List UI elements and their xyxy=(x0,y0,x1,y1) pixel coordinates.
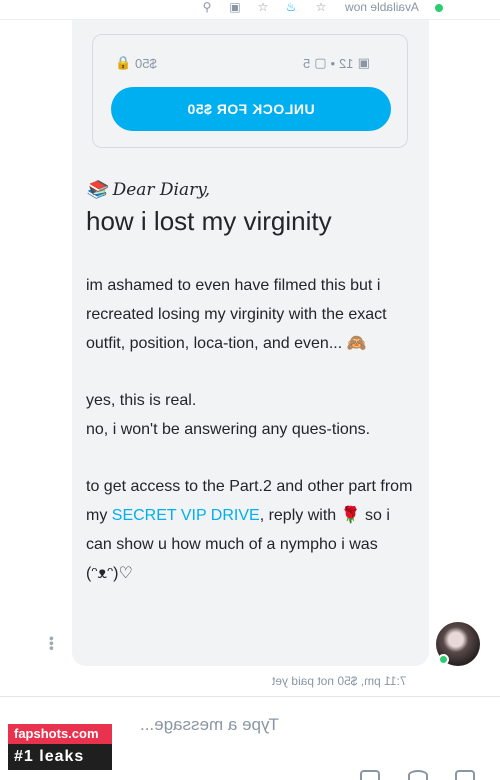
watermark-logo: fapshots.com #1 leaks xyxy=(8,724,112,770)
message-headline: how i lost my virginity xyxy=(86,206,332,236)
message-paragraph-2-line-2: no, i won't be answering any ques-tions. xyxy=(86,421,371,438)
vip-drive-link[interactable]: SECRET VIP DRIVE xyxy=(112,507,260,524)
composer-divider xyxy=(0,696,500,697)
message-paragraph-2-line-1: yes, this is real. xyxy=(86,392,197,409)
unlock-button-label: UNLOCK FOR $50 xyxy=(187,101,315,117)
more-options-icon[interactable]: ••• xyxy=(44,636,60,651)
bell-icon[interactable]: ♨ xyxy=(284,0,298,14)
image-count: 12 xyxy=(339,55,354,71)
locked-media-card: 🔒 $50 5 ▢ • 12 ▣ UNLOCK FOR $50 xyxy=(92,34,408,148)
lock-icon: 🔒 xyxy=(115,55,132,70)
online-status-text: Available now xyxy=(345,0,419,14)
avatar-online-dot xyxy=(438,654,449,665)
composer-toolbar xyxy=(0,770,500,780)
message-text: 📚 Dear Diary, how i lost my virginity im… xyxy=(86,180,416,588)
unlock-button[interactable]: UNLOCK FOR $50 xyxy=(111,87,391,131)
photo-icon: ▣ xyxy=(357,55,370,70)
locked-media-meta: 🔒 $50 5 ▢ • 12 ▣ xyxy=(93,55,407,75)
message-paragraph-3: to get access to the Part.2 and other pa… xyxy=(86,472,416,588)
video-count: 5 xyxy=(303,55,311,71)
price-tag: 🔒 $50 xyxy=(115,55,157,71)
tag-icon[interactable]: ☆ xyxy=(256,0,270,14)
diary-heading: 📚 Dear Diary, xyxy=(86,180,211,200)
video-icon: ▢ xyxy=(314,55,327,70)
media-icon[interactable] xyxy=(360,770,380,780)
price-value: $50 xyxy=(135,55,157,71)
message-paragraph-1: im ashamed to even have filmed this but … xyxy=(86,277,387,352)
voice-icon[interactable] xyxy=(408,770,428,780)
message-timestamp: 7:11 pm, $50 not paid yet xyxy=(272,674,407,688)
image-icon[interactable]: ▣ xyxy=(228,0,242,14)
watermark-site: fapshots.com xyxy=(8,724,112,744)
chat-header-strip: ⚲ ▣ ☆ ♨ ☆ Available now xyxy=(0,0,500,20)
star-icon[interactable]: ☆ xyxy=(314,0,328,14)
meta-separator: • xyxy=(330,55,336,71)
message-paragraph-2: yes, this is real. no, i won't be answer… xyxy=(86,386,416,444)
media-counts: 5 ▢ • 12 ▣ xyxy=(303,55,370,71)
message-bubble: 🔒 $50 5 ▢ • 12 ▣ UNLOCK FOR $50 📚 Dear D… xyxy=(72,20,429,666)
price-icon[interactable] xyxy=(455,770,475,780)
watermark-tagline: #1 leaks xyxy=(8,744,112,770)
search-icon[interactable]: ⚲ xyxy=(200,0,214,14)
online-status-dot xyxy=(435,4,443,12)
message-input[interactable] xyxy=(140,708,485,742)
